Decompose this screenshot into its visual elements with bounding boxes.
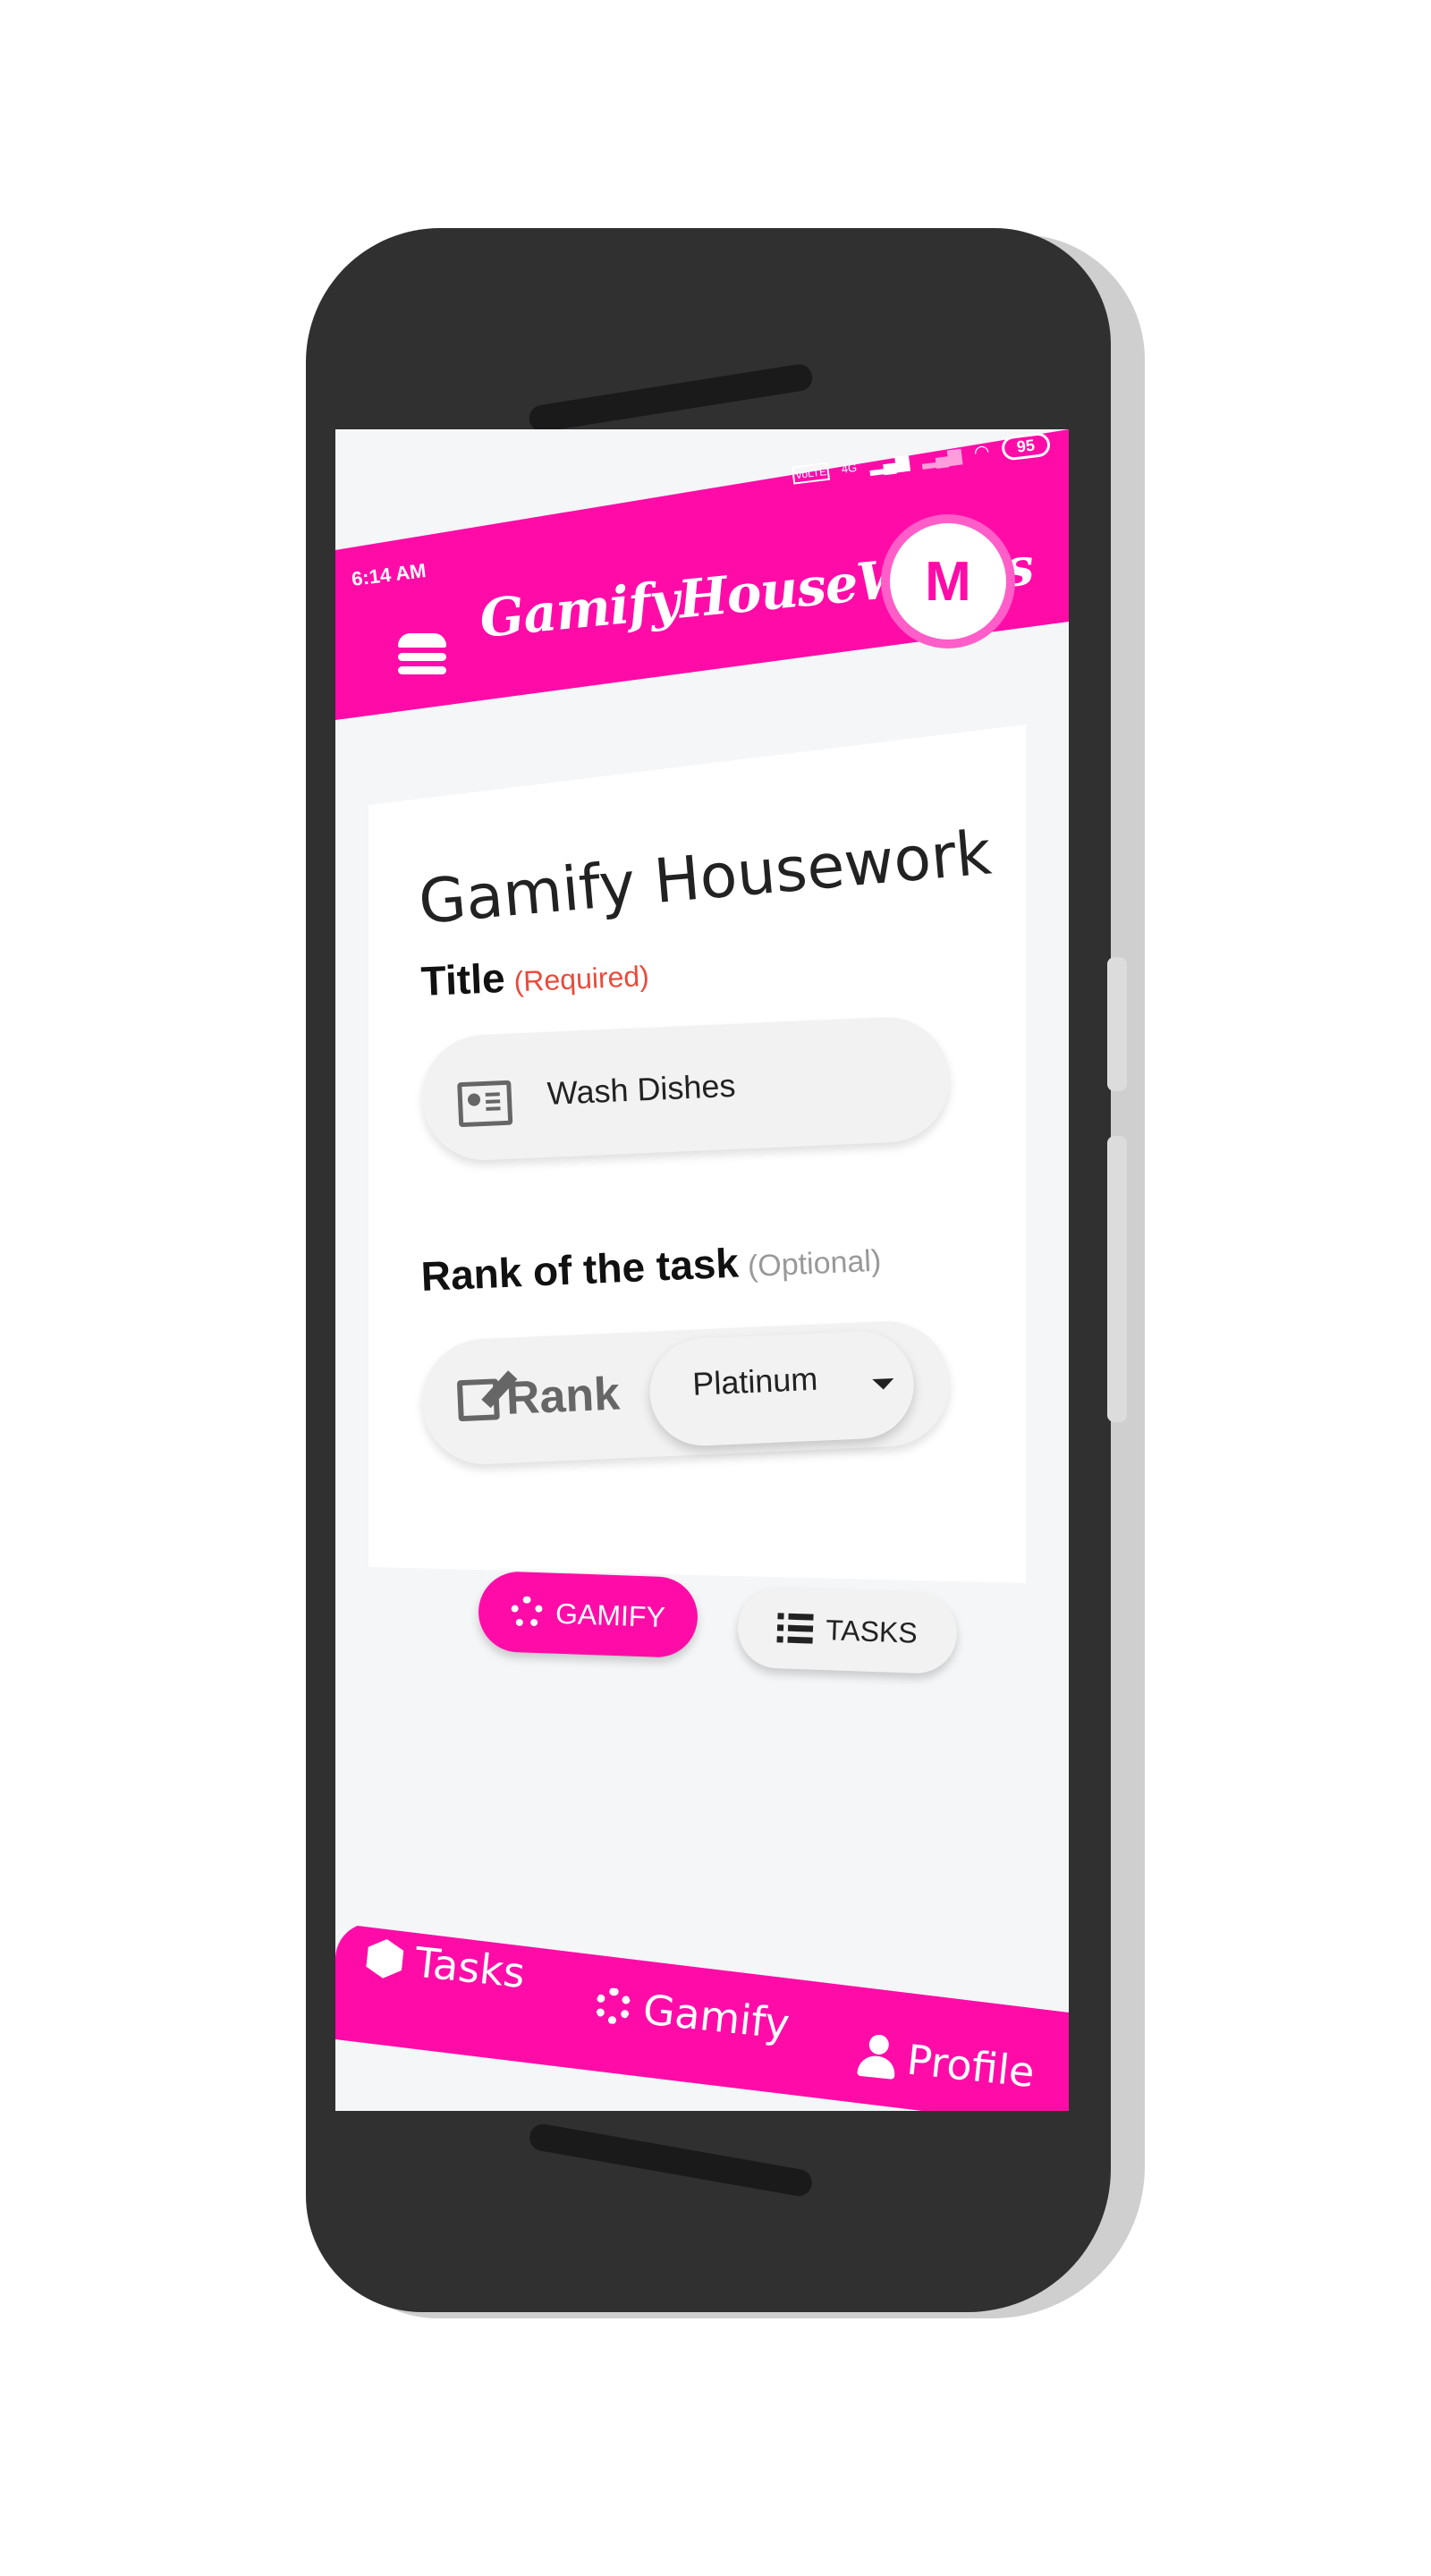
optional-hint: (Optional): [747, 1243, 882, 1284]
rank-selected-value: Platinum: [691, 1360, 819, 1402]
title-field[interactable]: Wash Dishes: [419, 1014, 953, 1163]
title-label: Title (Required): [420, 947, 650, 1005]
d20-icon: [365, 1937, 404, 1980]
tasks-button-label: TASKS: [825, 1613, 919, 1649]
caret-down-icon: [872, 1377, 894, 1391]
title-input-value[interactable]: Wash Dishes: [546, 1067, 736, 1113]
edit-icon: [456, 1378, 500, 1422]
rank-select[interactable]: Platinum: [648, 1329, 917, 1448]
required-hint: (Required): [512, 959, 650, 998]
rank-field: Rank Platinum: [419, 1318, 953, 1467]
gears-icon: [510, 1595, 544, 1630]
rank-label-text: Rank of the task: [419, 1239, 740, 1301]
gamify-button[interactable]: GAMIFY: [477, 1570, 699, 1659]
gamify-card: Gamify Housework Title (Required) Wash Di…: [368, 724, 1026, 1583]
tasks-button[interactable]: TASKS: [736, 1586, 959, 1675]
avatar[interactable]: M: [890, 523, 1006, 640]
network-label: 4G: [841, 460, 859, 476]
phone-mockup: 6:14 AM VoLTE 4G ▂▄▆ ▂▄▆ ◠ 95 GamifyHous…: [0, 0, 1431, 2576]
rank-prefix: Rank: [456, 1367, 622, 1428]
signal-icon: ▂▄▆: [868, 451, 911, 477]
id-card-icon: [457, 1080, 513, 1128]
title-label-text: Title: [419, 953, 506, 1005]
volume-button: [1107, 957, 1127, 1091]
power-button: [1107, 1136, 1127, 1422]
rank-prefix-text: Rank: [504, 1368, 622, 1425]
gamify-button-label: GAMIFY: [555, 1597, 666, 1633]
list-icon: [776, 1613, 814, 1644]
rank-label: Rank of the task (Optional): [420, 1233, 882, 1301]
hamburger-icon[interactable]: [398, 633, 446, 680]
wifi-icon: ◠: [972, 441, 991, 463]
volte-label: VoLTE: [792, 462, 831, 485]
user-icon: [857, 2033, 897, 2080]
gears-icon: [593, 1986, 633, 2026]
signal-icon-2: ▂▄▆: [920, 445, 963, 470]
app-screen: 6:14 AM VoLTE 4G ▂▄▆ ▂▄▆ ◠ 95 GamifyHous…: [335, 429, 1069, 2111]
card-heading: Gamify Housework: [416, 818, 995, 938]
